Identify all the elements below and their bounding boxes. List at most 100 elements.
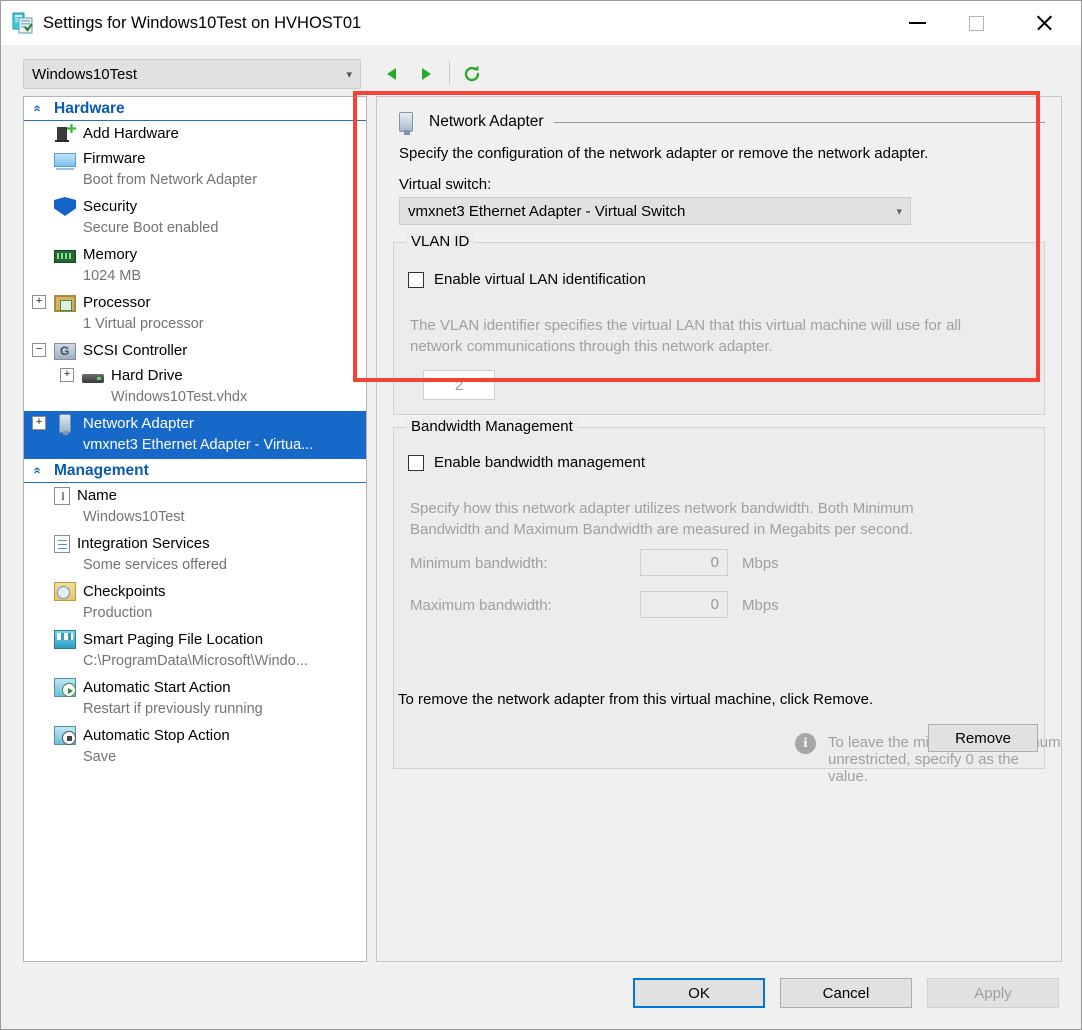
sidebar-item-label: Smart Paging File Location	[83, 631, 264, 648]
sidebar-item-label: Automatic Start Action	[83, 679, 231, 696]
maximum-bandwidth-value: 0	[710, 596, 719, 613]
minimum-bandwidth-input[interactable]: 0	[640, 549, 728, 576]
sidebar-item-automatic-stop-action[interactable]: Automatic Stop Action Save	[24, 723, 366, 771]
memory-icon	[54, 249, 76, 263]
vlan-id-value: 2	[454, 376, 464, 394]
header-divider	[553, 121, 1045, 123]
settings-dialog-window: Settings for Windows10Test on HVHOST01 W…	[0, 0, 1082, 1030]
settings-tree[interactable]: « Hardware Add Hardware Firmware Boot from N…	[23, 96, 367, 962]
sidebar-item-subtext: Restart if previously running	[83, 701, 263, 717]
sidebar-item-subtext: Save	[83, 749, 117, 765]
sidebar-item-subtext: Boot from Network Adapter	[83, 172, 258, 188]
sidebar-item-add-hardware[interactable]: Add Hardware	[24, 121, 366, 146]
sidebar-item-subtext: Production	[83, 605, 153, 621]
minimize-button[interactable]	[892, 1, 942, 45]
sidebar-item-subtext: Secure Boot enabled	[83, 220, 219, 236]
expand-icon[interactable]: +	[32, 295, 46, 309]
sidebar-item-subtext: vmxnet3 Ethernet Adapter - Virtua...	[83, 437, 314, 453]
close-button[interactable]	[1019, 1, 1069, 45]
sidebar-item-checkpoints[interactable]: Checkpoints Production	[24, 579, 366, 627]
sidebar-item-processor[interactable]: + Processor 1 Virtual processor	[24, 290, 366, 338]
sidebar-item-subtext: 1 Virtual processor	[83, 316, 204, 332]
checkpoints-icon	[54, 582, 76, 601]
chevron-up-icon: «	[30, 104, 46, 113]
bandwidth-help-line-2: Bandwidth and Maximum Bandwidth are meas…	[410, 521, 913, 538]
sidebar-item-scsi-controller[interactable]: − SCSI Controller	[24, 338, 366, 363]
sidebar-item-label: Processor	[83, 294, 151, 311]
refresh-icon[interactable]	[459, 60, 485, 88]
ok-button[interactable]: OK	[633, 978, 765, 1008]
cancel-button[interactable]: Cancel	[780, 978, 912, 1008]
vlan-id-group: VLAN ID Enable virtual LAN identificatio…	[393, 233, 1045, 415]
toolbar-separator	[449, 61, 450, 85]
tree-group-header-management[interactable]: « Management	[24, 459, 366, 483]
vlan-help-line-2: network communications through this netw…	[410, 338, 773, 355]
sidebar-item-name[interactable]: Name Windows10Test	[24, 483, 366, 531]
sidebar-item-label: Name	[77, 487, 118, 504]
chevron-up-icon: «	[30, 466, 46, 475]
sidebar-item-label: Security	[83, 198, 138, 215]
integration-services-icon	[54, 534, 70, 553]
sidebar-item-security[interactable]: Security Secure Boot enabled	[24, 194, 366, 242]
virtual-switch-dropdown[interactable]: vmxnet3 Ethernet Adapter - Virtual Switc…	[399, 197, 911, 225]
apply-button: Apply	[927, 978, 1059, 1008]
enable-vlan-checkbox[interactable]	[408, 271, 424, 288]
sidebar-item-label: Automatic Stop Action	[83, 727, 230, 744]
tree-group-header-hardware[interactable]: « Hardware	[24, 97, 366, 121]
add-hardware-icon	[54, 124, 76, 143]
expand-icon[interactable]: +	[32, 416, 46, 430]
sidebar-item-label: SCSI Controller	[83, 342, 188, 359]
next-icon[interactable]	[413, 61, 439, 87]
sidebar-item-subtext: Windows10Test	[83, 509, 185, 525]
title-bar: Settings for Windows10Test on HVHOST01	[1, 1, 1081, 45]
sidebar-item-integration-services[interactable]: Integration Services Some services offere…	[24, 531, 366, 579]
bandwidth-help-line-1: Specify how this network adapter utilize…	[410, 500, 914, 517]
collapse-icon[interactable]: −	[32, 343, 46, 357]
sidebar-item-firmware[interactable]: Firmware Boot from Network Adapter	[24, 146, 366, 194]
enable-bandwidth-checkbox-row[interactable]: Enable bandwidth management	[408, 454, 645, 471]
enable-bandwidth-label: Enable bandwidth management	[434, 454, 645, 471]
sidebar-item-label: Checkpoints	[83, 583, 166, 600]
chevron-down-icon: ▾	[346, 68, 352, 81]
expand-icon[interactable]: +	[60, 368, 74, 382]
enable-vlan-checkbox-row[interactable]: Enable virtual LAN identification	[408, 271, 646, 288]
auto-start-icon	[54, 678, 76, 697]
maximize-button[interactable]	[951, 1, 1001, 45]
maximum-bandwidth-unit: Mbps	[742, 597, 779, 614]
settings-vm-icon	[12, 12, 34, 34]
enable-bandwidth-checkbox[interactable]	[408, 454, 424, 471]
enable-vlan-label: Enable virtual LAN identification	[434, 271, 646, 288]
vlan-id-input[interactable]: 2	[423, 370, 495, 400]
sidebar-item-hard-drive[interactable]: + Hard Drive Windows10Test.vhdx	[24, 363, 366, 411]
sidebar-item-label: Firmware	[83, 150, 146, 167]
sidebar-item-label: Integration Services	[77, 535, 210, 552]
sidebar-item-memory[interactable]: Memory 1024 MB	[24, 242, 366, 290]
network-adapter-icon	[59, 414, 71, 435]
previous-icon[interactable]	[379, 61, 405, 87]
maximum-bandwidth-input[interactable]: 0	[640, 591, 728, 618]
maximum-bandwidth-label: Maximum bandwidth:	[410, 597, 552, 614]
sidebar-item-network-adapter[interactable]: + Network Adapter vmxnet3 Ethernet Adapter…	[24, 411, 366, 459]
hard-drive-icon	[82, 373, 104, 383]
security-shield-icon	[54, 197, 76, 216]
minimum-bandwidth-unit: Mbps	[742, 555, 779, 572]
name-icon	[54, 486, 70, 505]
network-adapter-icon	[399, 112, 413, 135]
vlan-help-line-1: The VLAN identifier specifies the virtua…	[410, 317, 962, 334]
sidebar-item-smart-paging-file-location[interactable]: Smart Paging File Location C:\ProgramData…	[24, 627, 366, 675]
minimum-bandwidth-label: Minimum bandwidth:	[410, 555, 548, 572]
info-icon: i	[795, 733, 816, 754]
remove-adapter-note: To remove the network adapter from this …	[398, 691, 874, 708]
remove-button[interactable]: Remove	[928, 724, 1038, 752]
vm-selector-dropdown[interactable]: Windows10Test ▾	[23, 59, 361, 89]
bandwidth-management-group: Bandwidth Management Enable bandwidth ma…	[393, 418, 1045, 769]
network-adapter-panel: Network Adapter Specify the configuratio…	[376, 96, 1062, 962]
panel-title: Network Adapter	[429, 113, 544, 130]
smart-paging-icon	[54, 630, 76, 649]
sidebar-item-automatic-start-action[interactable]: Automatic Start Action Restart if previou…	[24, 675, 366, 723]
auto-stop-icon	[54, 726, 76, 745]
virtual-switch-value: vmxnet3 Ethernet Adapter - Virtual Switc…	[408, 202, 686, 220]
chevron-down-icon: ▾	[896, 205, 902, 218]
virtual-switch-label: Virtual switch:	[399, 176, 492, 193]
sidebar-item-subtext: Windows10Test.vhdx	[111, 389, 248, 405]
